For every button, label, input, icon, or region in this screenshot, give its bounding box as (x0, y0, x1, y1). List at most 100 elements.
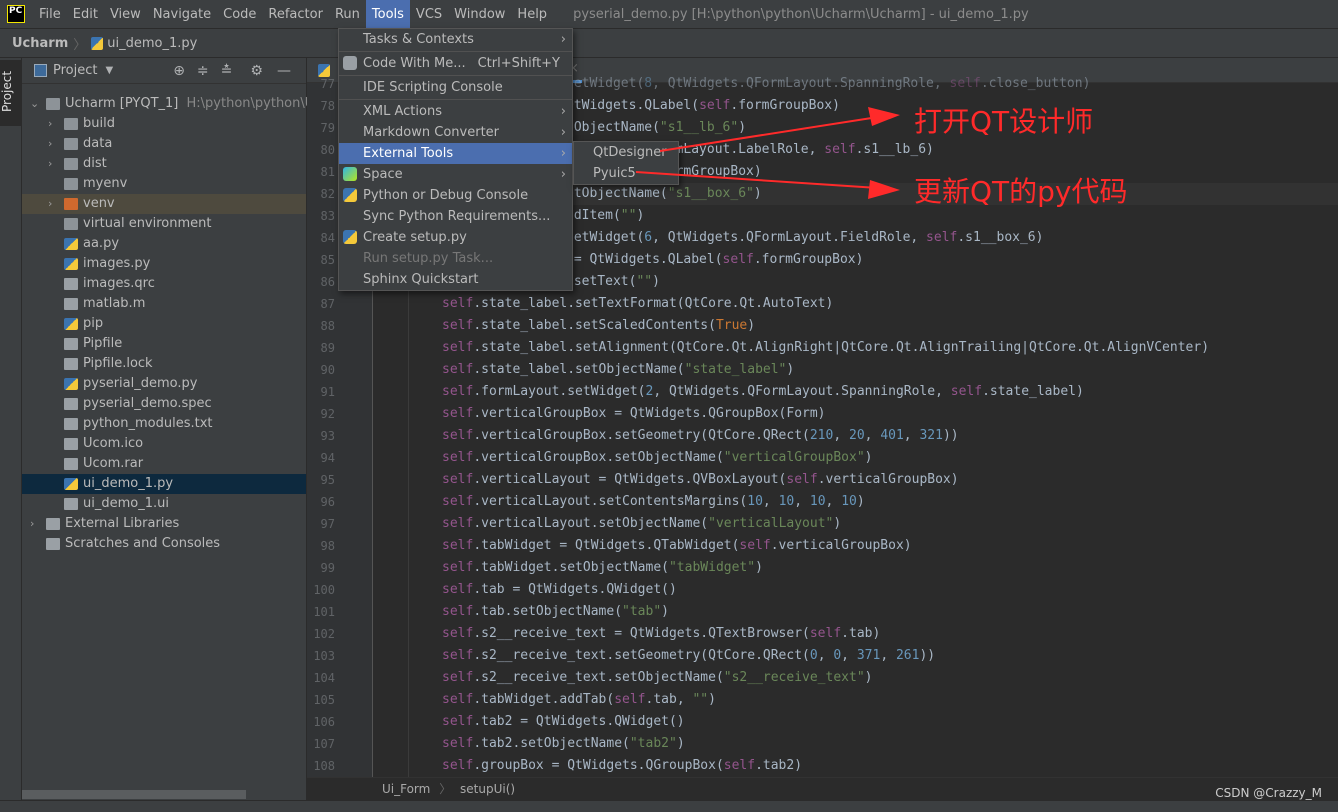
menu-item-markdown-converter[interactable]: Markdown Converter › (339, 122, 572, 143)
menu-code[interactable]: Code (217, 0, 262, 29)
project-view-selector[interactable]: Project (53, 63, 97, 78)
dropdown-icon[interactable]: ▼ (105, 65, 113, 76)
tree-item[interactable]: aa.py (22, 234, 306, 254)
tree-item[interactable]: ⌄ Ucharm [PYQT_1] H:\python\python\Uch (22, 94, 330, 114)
tree-item[interactable]: Pipfile.lock (22, 354, 306, 374)
code-line[interactable]: self.state_label.setScaledContents(True) (442, 315, 755, 337)
nav-project[interactable]: Ucharm (12, 36, 68, 51)
tree-item[interactable]: images.py (22, 254, 306, 274)
tree-item[interactable]: Ucom.rar (22, 454, 306, 474)
tree-item[interactable]: python_modules.txt (22, 414, 306, 434)
code-line[interactable]: self.tab2.setObjectName("tab2") (442, 733, 685, 755)
line-number: 104 (313, 671, 335, 685)
tree-item[interactable]: Ucom.ico (22, 434, 306, 454)
menu-item-external-tools[interactable]: External Tools › (339, 143, 572, 164)
chevron-right-icon: › (560, 125, 566, 140)
menu-item-ide-scripting-console[interactable]: IDE Scripting Console (339, 77, 572, 98)
menu-item-xml-actions[interactable]: XML Actions › (339, 101, 572, 122)
tree-item-label: ui_demo_1.py (83, 476, 174, 491)
code-line[interactable]: self.tab2 = QtWidgets.QWidget() (442, 711, 685, 733)
menu-navigate[interactable]: Navigate (147, 0, 217, 29)
tree-item[interactable]: › build (22, 114, 306, 134)
code-line[interactable]: self.verticalGroupBox.setGeometry(QtCore… (442, 425, 959, 447)
chevron-right-icon[interactable]: › (30, 514, 34, 534)
breadcrumb-class[interactable]: Ui_Form (382, 782, 430, 796)
chevron-right-icon[interactable]: › (48, 154, 52, 174)
code-line[interactable]: setWidget(6, QtWidgets.QFormLayout.Field… (566, 227, 1043, 249)
collapse-all-icon[interactable]: ≛ (221, 63, 233, 79)
menu-window[interactable]: Window (448, 0, 511, 29)
expand-all-icon[interactable]: ≑ (197, 63, 209, 79)
hide-icon[interactable]: — (277, 63, 291, 79)
code-line[interactable]: self.formLayout.setWidget(2, QtWidgets.Q… (442, 381, 1084, 403)
code-line[interactable]: self.s2__receive_text.setObjectName("s2_… (442, 667, 872, 689)
code-line[interactable]: etObjectName("s1__box_6") (566, 183, 762, 205)
gear-icon[interactable]: ⚙ (250, 63, 263, 79)
code-line[interactable]: self.s2__receive_text = QtWidgets.QTextB… (442, 623, 880, 645)
horizontal-scrollbar[interactable] (22, 790, 246, 799)
chevron-right-icon[interactable]: › (48, 134, 52, 154)
code-line[interactable]: self.tabWidget.addTab(self.tab, "") (442, 689, 716, 711)
code-line[interactable]: self.state_label.setObjectName("state_la… (442, 359, 794, 381)
tree-item[interactable]: Pipfile (22, 334, 306, 354)
code-line[interactable]: self.state_label.setAlignment(QtCore.Qt.… (442, 337, 1209, 359)
tree-item[interactable]: › dist (22, 154, 306, 174)
code-line[interactable]: self.verticalLayout.setObjectName("verti… (442, 513, 841, 535)
code-line[interactable]: self.tab = QtWidgets.QWidget() (442, 579, 677, 601)
menu-refactor[interactable]: Refactor (262, 0, 329, 29)
code-line[interactable]: = QtWidgets.QLabel(self.formGroupBox) (566, 249, 864, 271)
menu-item-space[interactable]: Space › (339, 164, 572, 185)
tree-item[interactable]: myenv (22, 174, 306, 194)
code-line[interactable]: self.verticalLayout.setContentsMargins(1… (442, 491, 865, 513)
tree-item[interactable]: › data (22, 134, 306, 154)
nav-file[interactable]: ui_demo_1.py (107, 36, 197, 51)
tree-item-label: virtual environment (83, 216, 212, 231)
tree-item[interactable]: pyserial_demo.spec (22, 394, 306, 414)
code-line[interactable]: ddItem("") (566, 205, 644, 227)
menu-run[interactable]: Run (329, 0, 366, 29)
code-line[interactable]: self.state_label.setTextFormat(QtCore.Qt… (442, 293, 833, 315)
breadcrumb-method[interactable]: setupUi() (460, 782, 515, 796)
code-line[interactable]: self.tabWidget.setObjectName("tabWidget"… (442, 557, 763, 579)
tree-item[interactable]: pip (22, 314, 306, 334)
code-line[interactable]: self.verticalGroupBox = QtWidgets.QGroup… (442, 403, 826, 425)
menu-item-tasks-contexts[interactable]: Tasks & Contexts › (339, 29, 572, 50)
menu-view[interactable]: View (104, 0, 147, 29)
menu-edit[interactable]: Edit (67, 0, 104, 29)
chevron-right-icon[interactable]: › (48, 194, 52, 214)
tree-item[interactable]: ui_demo_1.ui (22, 494, 306, 514)
menu-item-pyuic5[interactable]: Pyuic5 (574, 163, 678, 184)
code-line[interactable]: self.groupBox = QtWidgets.QGroupBox(self… (442, 755, 802, 777)
tree-item[interactable]: ui_demo_1.py (22, 474, 306, 494)
code-line[interactable]: self.tabWidget = QtWidgets.QTabWidget(se… (442, 535, 912, 557)
menu-item-python-or-debug-console[interactable]: Python or Debug Console (339, 185, 572, 206)
tree-item[interactable]: images.qrc (22, 274, 306, 294)
menu-file[interactable]: File (33, 0, 67, 29)
tree-item[interactable]: virtual environment (22, 214, 306, 234)
code-line[interactable]: self.s2__receive_text.setGeometry(QtCore… (442, 645, 935, 667)
menu-item-sphinx-quickstart[interactable]: Sphinx Quickstart (339, 269, 572, 290)
menu-vcs[interactable]: VCS (410, 0, 448, 29)
code-line[interactable]: self.verticalGroupBox.setObjectName("ver… (442, 447, 872, 469)
tree-item[interactable]: › venv (22, 194, 306, 214)
tree-item[interactable]: Scratches and Consoles (22, 534, 306, 554)
tree-item[interactable]: › External Libraries (22, 514, 306, 534)
menu-item-sync-python-requirements[interactable]: Sync Python Requirements... (339, 206, 572, 227)
menu-tools[interactable]: Tools (365, 0, 410, 29)
code-line[interactable]: .setText("") (566, 271, 660, 293)
menu-item-qtdesigner[interactable]: QtDesigner (574, 142, 678, 163)
project-tool-tab[interactable]: Project (0, 60, 22, 126)
locate-icon[interactable]: ⊕ (173, 63, 185, 79)
code-line[interactable]: self.tab.setObjectName("tab") (442, 601, 669, 623)
chevron-right-icon[interactable]: › (48, 114, 52, 134)
code-line[interactable]: setWidget(8, QtWidgets.QFormLayout.Spann… (566, 73, 1090, 95)
code-line[interactable]: tObjectName("s1__lb_6") (566, 117, 746, 139)
code-line[interactable]: QtWidgets.QLabel(self.formGroupBox) (566, 95, 840, 117)
menu-item-code-with-me[interactable]: Code With Me... Ctrl+Shift+Y (339, 53, 572, 74)
code-line[interactable]: self.verticalLayout = QtWidgets.QVBoxLay… (442, 469, 959, 491)
menu-help[interactable]: Help (511, 0, 553, 29)
chevron-down-icon[interactable]: ⌄ (30, 94, 39, 114)
tree-item[interactable]: pyserial_demo.py (22, 374, 306, 394)
tree-item[interactable]: matlab.m (22, 294, 306, 314)
menu-item-create-setup-py[interactable]: Create setup.py (339, 227, 572, 248)
